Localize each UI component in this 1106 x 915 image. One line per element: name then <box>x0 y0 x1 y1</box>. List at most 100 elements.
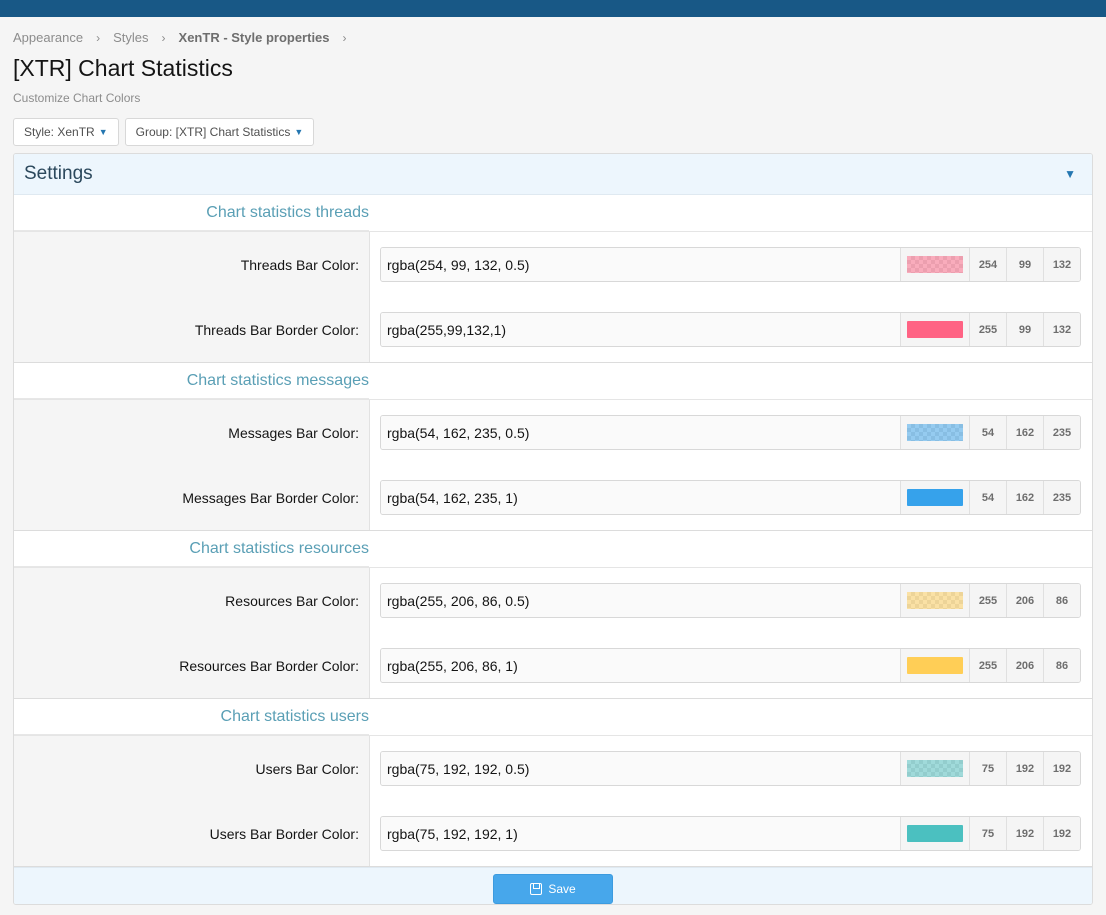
color-input: rgba(54, 162, 235, 1) 54 162 235 <box>380 480 1081 515</box>
field-column: rgba(255, 206, 86, 0.5) 255 206 86 rgba(255,… <box>370 568 1092 698</box>
field-column: rgba(254, 99, 132, 0.5) 254 99 132 rgba(255,… <box>370 232 1092 362</box>
color-input: rgba(54, 162, 235, 0.5) 54 162 235 <box>380 415 1081 450</box>
channel-b: 86 <box>1043 649 1080 682</box>
page-description: Customize Chart Colors <box>13 91 141 105</box>
label-column: Resources Bar Color: Resources Bar Border… <box>14 568 370 698</box>
form-footer: Save <box>14 867 1092 904</box>
color-picker-trigger[interactable] <box>900 416 969 449</box>
channel-g: 162 <box>1006 416 1043 449</box>
channel-r: 54 <box>969 481 1006 514</box>
color-value-field[interactable]: rgba(54, 162, 235, 1) <box>381 481 900 514</box>
field-label: Users Bar Color: <box>255 760 359 777</box>
caret-down-icon: ▼ <box>98 127 108 137</box>
color-value-field[interactable]: rgba(255, 206, 86, 1) <box>381 649 900 682</box>
color-swatch <box>907 657 963 674</box>
group-body: Resources Bar Color: Resources Bar Border… <box>14 568 1092 699</box>
channel-r: 255 <box>969 313 1006 346</box>
channel-r: 254 <box>969 248 1006 281</box>
save-button-label: Save <box>548 882 576 896</box>
group-header: Chart statistics resources <box>14 531 1092 568</box>
color-input: rgba(254, 99, 132, 0.5) 254 99 132 <box>380 247 1081 282</box>
field-label: Resources Bar Border Color: <box>179 657 359 674</box>
color-input: rgba(255,99,132,1) 255 99 132 <box>380 312 1081 347</box>
group-header: Chart statistics messages <box>14 363 1092 400</box>
group-body: Messages Bar Color: Messages Bar Border C… <box>14 400 1092 531</box>
settings-groups: Chart statistics threads Threads Bar Colo… <box>14 195 1092 867</box>
breadcrumb: Appearance › Styles › XenTR - Style prop… <box>13 30 360 45</box>
breadcrumb-style-properties[interactable]: XenTR - Style properties <box>179 30 330 45</box>
field-row: rgba(254, 99, 132, 0.5) 254 99 132 <box>370 232 1092 297</box>
chevron-right-icon: › <box>161 30 166 45</box>
label-column: Threads Bar Color: Threads Bar Border Col… <box>14 232 370 362</box>
settings-title: Settings <box>24 163 93 184</box>
color-swatch <box>907 321 963 338</box>
style-filter-label: Style: XenTR <box>24 125 95 139</box>
field-row: rgba(75, 192, 192, 1) 75 192 192 <box>370 801 1092 866</box>
field-column: rgba(54, 162, 235, 0.5) 54 162 235 rgba(54, … <box>370 400 1092 530</box>
group-body: Users Bar Color: Users Bar Border Color: r… <box>14 736 1092 867</box>
channel-g: 192 <box>1006 817 1043 850</box>
channel-g: 99 <box>1006 248 1043 281</box>
channel-r: 255 <box>969 584 1006 617</box>
color-picker-trigger[interactable] <box>900 313 969 346</box>
style-filter-button[interactable]: Style: XenTR ▼ <box>13 118 119 146</box>
color-value-field[interactable]: rgba(54, 162, 235, 0.5) <box>381 416 900 449</box>
color-swatch <box>907 825 963 842</box>
settings-block: Settings ▼ Chart statistics threads Threa… <box>13 153 1093 905</box>
channel-g: 99 <box>1006 313 1043 346</box>
channel-g: 206 <box>1006 584 1043 617</box>
group-title: Chart statistics users <box>14 699 369 735</box>
channel-r: 75 <box>969 752 1006 785</box>
color-value-field[interactable]: rgba(255,99,132,1) <box>381 313 900 346</box>
color-picker-trigger[interactable] <box>900 584 969 617</box>
color-input: rgba(255, 206, 86, 0.5) 255 206 86 <box>380 583 1081 618</box>
field-column: rgba(75, 192, 192, 0.5) 75 192 192 rgba(75, … <box>370 736 1092 866</box>
channel-b: 132 <box>1043 313 1080 346</box>
save-button[interactable]: Save <box>493 874 613 904</box>
field-row: rgba(255,99,132,1) 255 99 132 <box>370 297 1092 362</box>
chevron-right-icon: › <box>96 30 101 45</box>
color-picker-trigger[interactable] <box>900 481 969 514</box>
filter-bar: Style: XenTR ▼ Group: [XTR] Chart Statis… <box>13 118 315 146</box>
channel-b: 235 <box>1043 481 1080 514</box>
channel-g: 162 <box>1006 481 1043 514</box>
group-body: Threads Bar Color: Threads Bar Border Col… <box>14 232 1092 363</box>
channel-b: 86 <box>1043 584 1080 617</box>
channel-b: 235 <box>1043 416 1080 449</box>
field-label: Threads Bar Color: <box>240 256 359 273</box>
field-row: rgba(255, 206, 86, 1) 255 206 86 <box>370 633 1092 698</box>
color-value-field[interactable]: rgba(255, 206, 86, 0.5) <box>381 584 900 617</box>
channel-r: 255 <box>969 649 1006 682</box>
channel-b: 132 <box>1043 248 1080 281</box>
color-picker-trigger[interactable] <box>900 248 969 281</box>
page-title: [XTR] Chart Statistics <box>13 55 233 81</box>
field-label: Threads Bar Border Color: <box>194 321 359 338</box>
color-picker-trigger[interactable] <box>900 752 969 785</box>
color-value-field[interactable]: rgba(75, 192, 192, 1) <box>381 817 900 850</box>
group-filter-label: Group: [XTR] Chart Statistics <box>135 125 291 139</box>
breadcrumb-appearance[interactable]: Appearance <box>13 30 83 45</box>
channel-r: 54 <box>969 416 1006 449</box>
breadcrumb-styles[interactable]: Styles <box>113 30 148 45</box>
group-title: Chart statistics resources <box>14 531 369 567</box>
group-filter-button[interactable]: Group: [XTR] Chart Statistics ▼ <box>124 118 315 146</box>
collapse-toggle-icon[interactable]: ▼ <box>1064 167 1076 181</box>
label-column: Messages Bar Color: Messages Bar Border C… <box>14 400 370 530</box>
field-row: rgba(75, 192, 192, 0.5) 75 192 192 <box>370 736 1092 801</box>
color-value-field[interactable]: rgba(75, 192, 192, 0.5) <box>381 752 900 785</box>
color-picker-trigger[interactable] <box>900 817 969 850</box>
color-input: rgba(75, 192, 192, 1) 75 192 192 <box>380 816 1081 851</box>
color-value-field[interactable]: rgba(254, 99, 132, 0.5) <box>381 248 900 281</box>
channel-b: 192 <box>1043 752 1080 785</box>
color-swatch <box>907 489 963 506</box>
channel-b: 192 <box>1043 817 1080 850</box>
field-label: Resources Bar Color: <box>225 592 359 609</box>
color-swatch <box>907 760 963 777</box>
field-label: Messages Bar Border Color: <box>182 489 359 506</box>
channel-g: 206 <box>1006 649 1043 682</box>
caret-down-icon: ▼ <box>294 127 304 137</box>
field-row: rgba(54, 162, 235, 1) 54 162 235 <box>370 465 1092 530</box>
channel-r: 75 <box>969 817 1006 850</box>
settings-header[interactable]: Settings ▼ <box>14 154 1092 195</box>
color-picker-trigger[interactable] <box>900 649 969 682</box>
